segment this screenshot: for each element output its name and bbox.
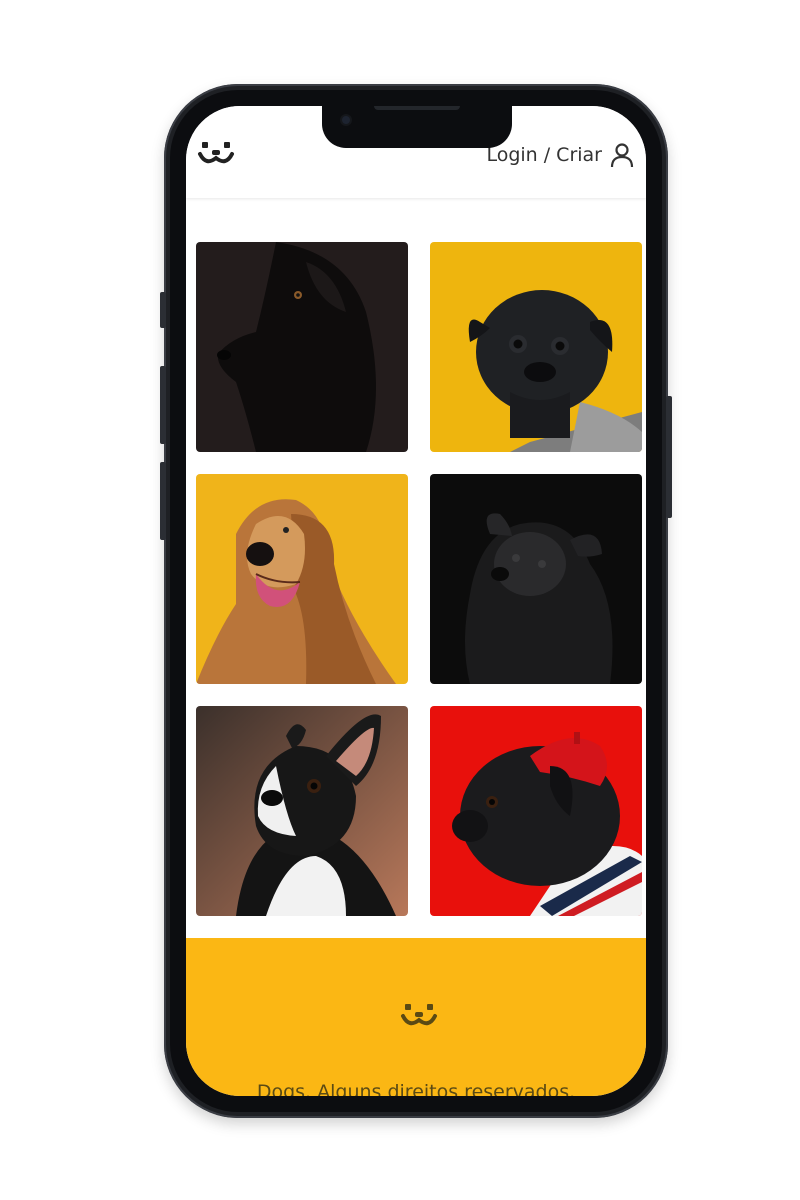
dog-photo <box>196 242 408 452</box>
dog-face-icon <box>401 1004 437 1026</box>
photo-feed <box>196 242 642 916</box>
photo-card[interactable] <box>196 706 408 916</box>
footer-copyright: Dogs. Alguns direitos reservados. <box>256 1081 576 1096</box>
photo-card[interactable] <box>430 706 642 916</box>
notch <box>322 106 512 148</box>
dog-photo <box>430 474 642 684</box>
photo-card[interactable] <box>196 242 408 452</box>
user-icon <box>610 143 634 168</box>
dog-face-icon <box>198 142 234 164</box>
home-logo-link[interactable] <box>196 136 236 172</box>
dog-photo <box>430 706 642 916</box>
volume-up-button <box>160 366 166 444</box>
site-footer: Dogs. Alguns direitos reservados. <box>186 938 646 1096</box>
login-label: Login / Criar <box>486 144 602 166</box>
photo-card[interactable] <box>196 474 408 684</box>
dog-photo <box>196 474 408 684</box>
phone-screen: Login / Criar Dogs. Alguns direitos rese… <box>186 106 646 1096</box>
dog-photo <box>196 706 408 916</box>
dog-photo <box>430 242 642 452</box>
power-button <box>666 396 672 518</box>
photo-card[interactable] <box>430 474 642 684</box>
speaker-grille <box>374 106 460 110</box>
mute-switch <box>160 292 166 328</box>
login-create-link[interactable]: Login / Criar <box>486 142 634 168</box>
front-camera <box>342 116 350 124</box>
volume-down-button <box>160 462 166 540</box>
phone-frame: Login / Criar Dogs. Alguns direitos rese… <box>160 84 672 1118</box>
photo-card[interactable] <box>430 242 642 452</box>
